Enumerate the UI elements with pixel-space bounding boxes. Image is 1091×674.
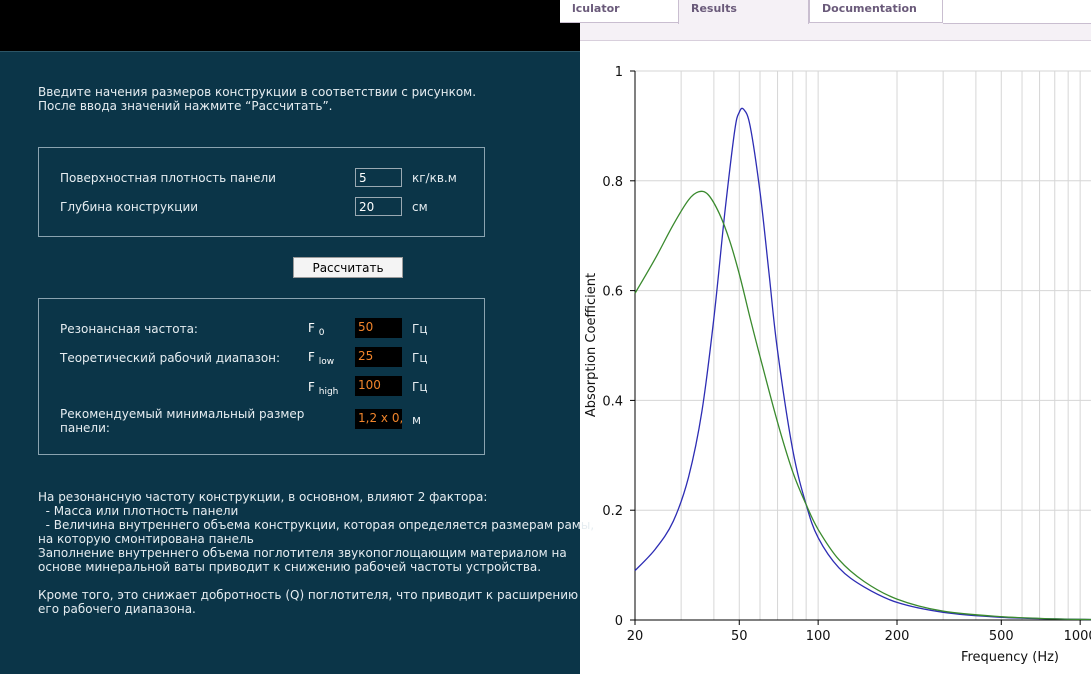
flow-unit: Гц [412,351,428,365]
fhigh-symbol: F high [308,380,339,397]
intro-line-2: После ввода значений нажмите “Рассчитать… [38,99,333,113]
note-line: Кроме того, это снижает добротность (Q) … [38,588,579,602]
y-tick-label: 0 [615,614,623,629]
flow-value: 25 [355,347,402,367]
note-line: на которую смонтирована панель [38,532,254,546]
y-axis-label: Absorption Coefficient [584,273,599,417]
flow-symbol: F low [308,350,335,367]
x-tick-label: 50 [731,629,748,644]
y-tick-label: 1 [615,65,623,80]
tab-results[interactable]: Results [678,0,809,24]
x-axis-label: Frequency (Hz) [961,650,1059,665]
size-label-line-2: панели: [60,421,110,435]
depth-input[interactable] [355,197,402,216]
x-tick-label: 100 [806,629,831,644]
panel-header-bar [0,0,580,52]
x-tick-label: 200 [885,629,910,644]
absorption-chart: 0 0.2 0.4 0.6 0.8 1 20 50 100 200 500 1000 Frequenc… [580,40,1091,674]
f0-symbol: F 0 [308,321,325,338]
axes-layer [634,71,1091,621]
note-line: На резонансную частоту конструкции, в ос… [38,490,488,504]
intro-line-1: Введите начения размеров конструкции в с… [38,85,477,99]
density-unit: кг/кв.м [412,171,457,185]
fhigh-unit: Гц [412,380,428,394]
x-tick-label: 20 [627,629,644,644]
y-tick-label: 0.6 [602,285,623,300]
note-line [38,574,594,588]
resonance-label: Резонансная частота: [60,322,198,336]
depth-unit: см [412,200,428,214]
calculator-panel: Введите начения размеров конструкции в с… [0,0,594,674]
series-layer [634,107,1091,621]
depth-label: Глубина конструкции [60,200,199,214]
note-line: - Величина внутреннего объема конструкци… [38,518,595,532]
f0-unit: Гц [412,322,428,336]
f0-value: 50 [355,318,402,338]
tab-bar-filler [943,0,1091,24]
size-label-line-1: Рекомендуемый минимальный размер [60,407,305,421]
fhigh-value: 100 [355,376,402,396]
note-line: основе минеральной ваты приводит к сниже… [38,560,542,574]
y-tick-label: 0.4 [602,394,623,409]
chart-svg: 0 0.2 0.4 0.6 0.8 1 20 50 100 200 500 1000 Frequenc… [584,65,1091,665]
note-line: - Масса или плотность панели [38,504,239,518]
density-input[interactable] [355,168,402,187]
density-label: Поверхностная плотность панели [60,171,276,185]
tab-calculator[interactable]: lculator [560,0,679,23]
size-value: 1,2 x 0,6 [355,409,402,429]
tab-documentation[interactable]: Documentation [809,0,943,23]
tick-layer: 0 0.2 0.4 0.6 0.8 1 20 50 100 200 500 1000 [602,65,1091,644]
series-line-1 [634,107,1091,621]
input-group-box [38,147,485,237]
size-unit: м [412,413,422,427]
range-label: Теоретический рабочий диапазон: [60,351,281,365]
tab-bar: lculator Results Documentation [560,0,1091,41]
calculate-button[interactable]: Рассчитать [293,257,403,278]
note-line: его рабочего диапазона. [38,602,196,616]
explanation-notes: На резонансную частоту конструкции, в ос… [38,490,594,616]
y-tick-label: 0.2 [602,504,623,519]
y-tick-label: 0.8 [602,175,623,190]
x-tick-label: 1000 [1064,629,1091,644]
grid-layer [635,70,1091,621]
note-line: Заполнение внутреннего объема поглотител… [38,546,567,560]
x-tick-label: 500 [989,629,1014,644]
